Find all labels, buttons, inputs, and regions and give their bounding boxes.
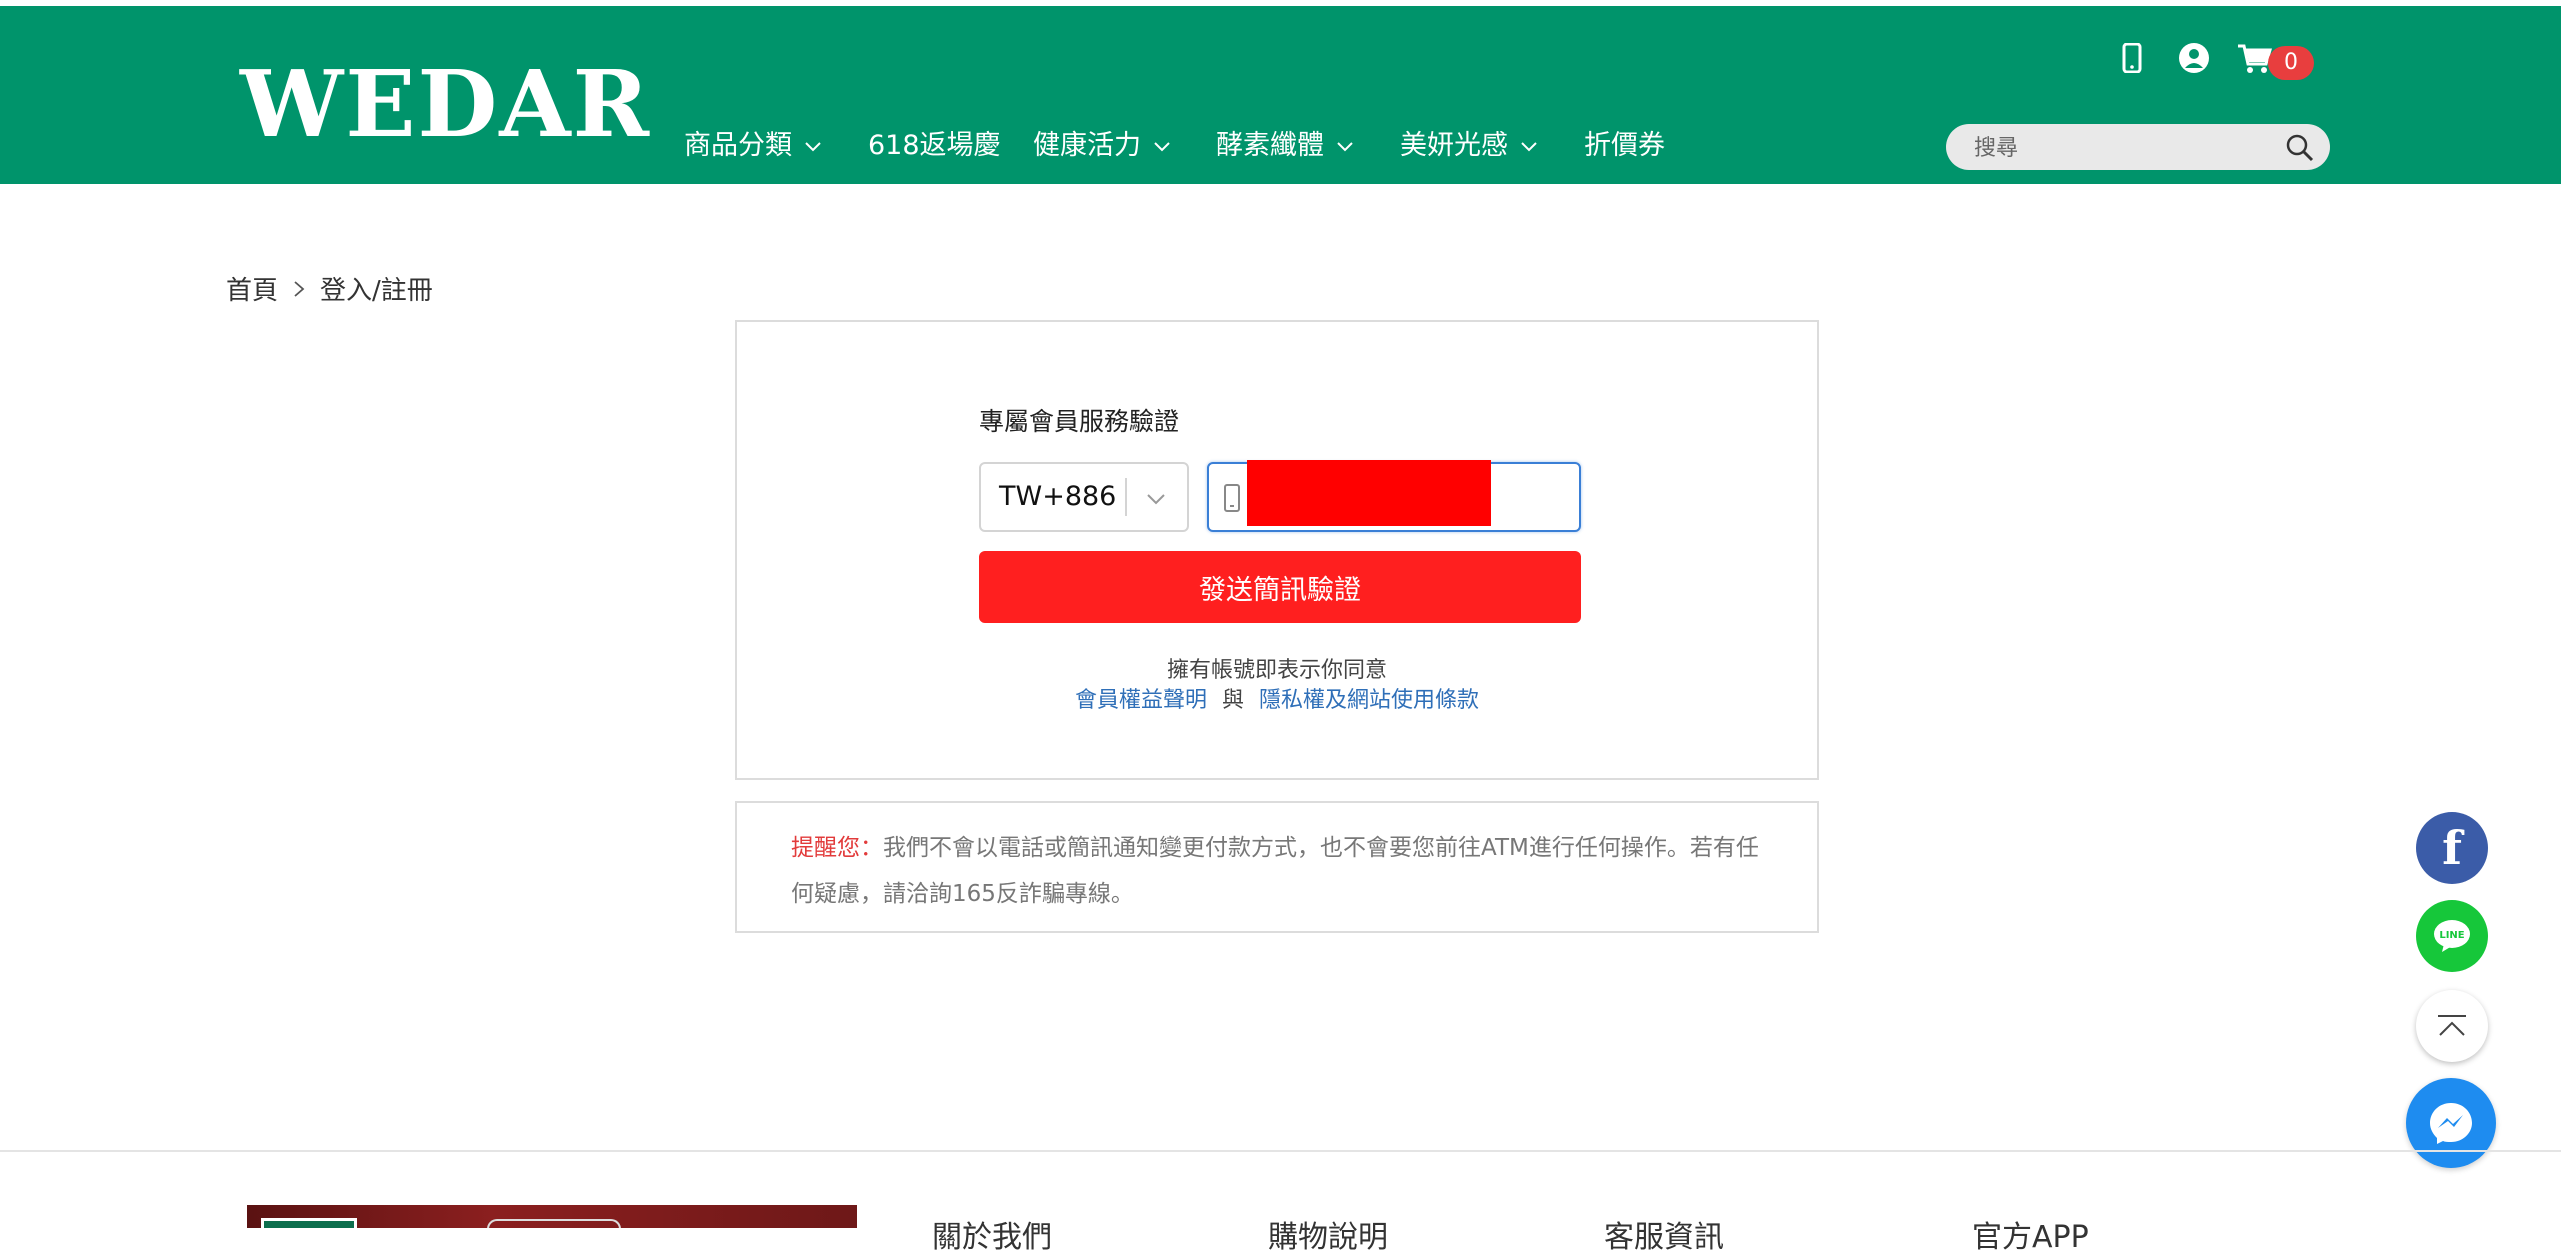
agree-links: 會員權益聲明 與 隱私權及網站使用條款 xyxy=(737,682,1817,714)
search-box xyxy=(1946,124,2330,172)
line-icon-text: LINE xyxy=(2439,930,2464,941)
back-to-top-button[interactable] xyxy=(2416,990,2488,1062)
nav-item-health[interactable]: 健康活力 xyxy=(1033,124,1173,168)
chevron-down-icon xyxy=(805,142,821,152)
nav-item-label: 美妍光感 xyxy=(1400,130,1508,161)
nav-item-enzyme[interactable]: 酵素纖體 xyxy=(1216,124,1356,168)
notice-text: 提醒您：我們不會以電話或簡訊通知變更付款方式，也不會要您前往ATM進行任何操作。… xyxy=(791,825,1771,917)
country-code-value: TW+886 xyxy=(999,481,1117,512)
chevron-down-icon xyxy=(1147,494,1165,505)
breadcrumb-home[interactable]: 首頁 xyxy=(226,270,278,307)
mobile-icon[interactable] xyxy=(2110,36,2154,80)
chevron-right-icon xyxy=(294,280,305,297)
cart-count-badge[interactable]: 0 xyxy=(2268,46,2314,80)
banner-frame xyxy=(261,1218,357,1228)
send-sms-button[interactable]: 發送簡訊驗證 xyxy=(979,551,1581,623)
facebook-icon: f xyxy=(2442,821,2462,875)
search-input[interactable] xyxy=(1972,124,2266,172)
country-code-select[interactable]: TW+886 xyxy=(979,462,1189,532)
nav-item-label: 酵素纖體 xyxy=(1216,130,1324,161)
phone-field xyxy=(1207,460,1581,532)
banner-badge xyxy=(487,1219,621,1228)
footer-divider xyxy=(0,1150,2561,1152)
nav-item-beauty[interactable]: 美妍光感 xyxy=(1400,124,1540,168)
breadcrumb: 首頁 登入/註冊 xyxy=(226,270,433,307)
footer-heading-app: 官方APP xyxy=(1972,1220,2089,1255)
chevron-down-icon xyxy=(1521,142,1537,152)
chevron-down-icon xyxy=(1337,142,1353,152)
nav-item-categories[interactable]: 商品分類 xyxy=(684,124,824,168)
brand-logo[interactable]: WEDAR xyxy=(240,58,651,150)
login-card: 專屬會員服務驗證 TW+886 發送簡訊驗證 擁有帳號即表示你同意 會員權益聲明… xyxy=(735,320,1819,780)
chevron-down-icon xyxy=(1154,142,1170,152)
nav-item-coupons[interactable]: 折價券 xyxy=(1584,124,1665,168)
line-icon: LINE xyxy=(2434,920,2470,952)
breadcrumb-current: 登入/註冊 xyxy=(320,276,433,306)
privacy-terms-link[interactable]: 隱私權及網站使用條款 xyxy=(1259,688,1479,713)
agree-text: 擁有帳號即表示你同意 xyxy=(1166,658,1387,683)
notice-lead: 提醒您： xyxy=(791,835,883,861)
messenger-button[interactable] xyxy=(2406,1078,2496,1168)
line-button[interactable]: LINE xyxy=(2416,900,2488,972)
site-header: WEDAR 商品分類 618返場慶 健康活力 酵素纖體 美妍光感 折價券 0 搜… xyxy=(0,6,2561,184)
messenger-icon xyxy=(2430,1103,2472,1144)
footer-heading-service: 客服資訊 xyxy=(1604,1220,1724,1255)
mobile-icon xyxy=(1224,484,1240,512)
notice-body: 我們不會以電話或簡訊通知變更付款方式，也不會要您前往ATM進行任何操作。若有任何… xyxy=(791,835,1759,907)
footer-heading-about: 關於我們 xyxy=(932,1220,1052,1255)
nav-item-label: 健康活力 xyxy=(1033,130,1141,161)
arrow-up-icon xyxy=(2438,1015,2466,1036)
footer-banner-image[interactable] xyxy=(247,1205,857,1228)
nav-item-label: 折價券 xyxy=(1584,130,1665,161)
nav-item-618[interactable]: 618返場慶 xyxy=(868,124,1001,168)
nav-item-label: 商品分類 xyxy=(684,130,792,161)
fraud-notice: 提醒您：我們不會以電話或簡訊通知變更付款方式，也不會要您前往ATM進行任何操作。… xyxy=(735,801,1819,933)
user-icon[interactable] xyxy=(2172,36,2216,80)
search-icon[interactable] xyxy=(2284,132,2316,164)
member-rights-link[interactable]: 會員權益聲明 xyxy=(1075,688,1207,713)
facebook-button[interactable]: f xyxy=(2416,812,2488,884)
select-divider xyxy=(1125,478,1127,516)
redaction-block xyxy=(1247,460,1491,526)
conjunction-text: 與 xyxy=(1221,688,1244,713)
nav-item-label: 618返場慶 xyxy=(868,130,1001,161)
footer-heading-shopping: 購物說明 xyxy=(1268,1220,1388,1255)
login-title: 專屬會員服務驗證 xyxy=(979,407,1180,436)
